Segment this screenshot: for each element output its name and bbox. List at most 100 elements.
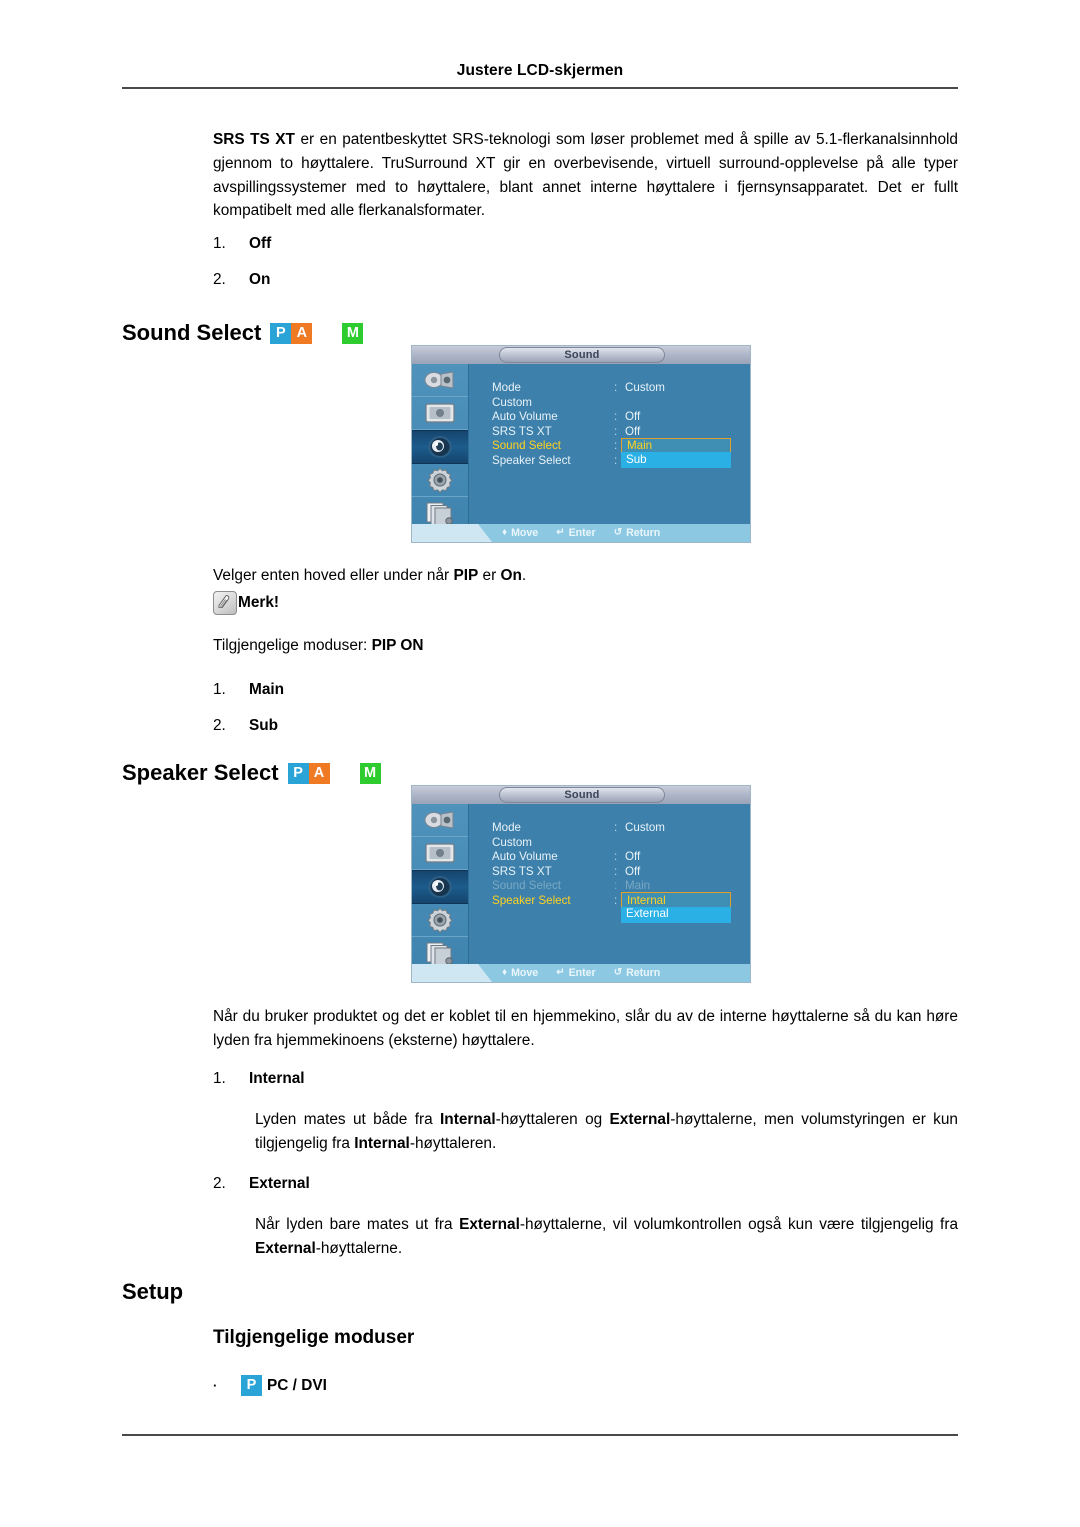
opt1-bold-internal: Internal (440, 1111, 496, 1128)
osd-row-auto-volume[interactable]: Auto Volume : Off (492, 850, 742, 865)
osd-row-value: Off (625, 850, 641, 864)
osd-row-speaker-select-alt[interactable]: External (492, 907, 742, 924)
osd-row-colon: : (614, 879, 618, 893)
intro-paragraph-rest: er en patentbeskyttet SRS-teknologi som … (213, 131, 958, 220)
list-item-number: 1. (213, 1070, 226, 1087)
osd-row-value: External (626, 907, 669, 921)
osd-row-custom[interactable]: Custom (492, 836, 742, 851)
opt1-post: -høyttaleren. (409, 1134, 497, 1152)
osd-row-label: Mode (492, 381, 522, 394)
badge-mode-m-icon: M (359, 762, 381, 784)
osd-sidebar-item-setup[interactable] (412, 464, 468, 497)
sound-speaker-icon (428, 876, 452, 898)
osd-body: Mode : Custom Custom Auto Volume : Off S… (469, 364, 750, 524)
osd-sidebar-item-sound[interactable] (412, 870, 468, 904)
osd-row-value: Main (627, 439, 653, 453)
speaker-option-2: 2. External (213, 1175, 310, 1193)
osd-sidebar-item-sound[interactable] (412, 430, 468, 464)
list-item-number: 1. (213, 235, 226, 252)
intro-paragraph: SRS TS XT er en patentbeskyttet SRS-tekn… (213, 128, 958, 223)
heading-setup-text: Setup (122, 1279, 184, 1304)
osd-highlighted-value-box[interactable]: External (621, 907, 731, 924)
osd-sidebar-item-setup[interactable] (412, 904, 468, 937)
osd-row-colon: : (614, 424, 618, 438)
heading-setup: Setup (122, 1279, 183, 1305)
osd-row-label: SRS TS XT (492, 424, 552, 438)
badge-av-icon: A (308, 762, 330, 784)
osd-row-auto-volume[interactable]: Auto Volume : Off (492, 410, 742, 425)
osd-row-colon: : (614, 864, 618, 878)
note-line: Merk! (213, 591, 279, 615)
osd-row-value: Internal (627, 893, 666, 907)
speaker-option-2-body: Når lyden bare mates ut fra External-høy… (255, 1213, 958, 1261)
list-item-label: External (249, 1175, 310, 1192)
note-label: Merk! (238, 594, 280, 611)
list-item-label: Main (249, 681, 285, 698)
intro-paragraph-lead: SRS TS XT (213, 131, 295, 148)
osd-row-label: Speaker Select (492, 893, 571, 907)
list-item-number: 2. (213, 1175, 226, 1192)
osd-sidebar (412, 364, 469, 530)
opt2-pre: Når lyden bare mates ut fra (255, 1216, 460, 1233)
osd-row-label: Auto Volume (492, 850, 558, 864)
osd-hints: ♦ Move ↵ Enter ↺ Return (502, 964, 750, 982)
osd-sidebar-item-picture[interactable] (412, 837, 468, 870)
bullet-dot-icon: · (213, 1378, 218, 1393)
intro-paragraph-block: SRS TS XT er en patentbeskyttet SRS-tekn… (213, 128, 958, 223)
osd-row-colon: : (614, 850, 618, 864)
osd-sidebar-item-input-source[interactable] (412, 804, 468, 837)
list-item-label: On (249, 271, 271, 288)
input-source-icon (424, 371, 454, 389)
osd-row-custom[interactable]: Custom (492, 396, 742, 411)
desc-post: . (521, 567, 527, 584)
osd-row-mode[interactable]: Mode : Custom (492, 381, 742, 396)
desc-pre: Velger enten hoved eller under når (213, 567, 454, 584)
picture-display-icon (425, 843, 455, 863)
speaker-option-1-paragraph: Lyden mates ut både fra Internal-høyttal… (255, 1108, 958, 1156)
osd-selected-value-box[interactable]: Internal (621, 892, 731, 909)
move-arrows-icon: ♦ (502, 527, 508, 538)
mode-badges-sound-select: P A M (270, 322, 364, 344)
sound-speaker-icon (428, 436, 452, 458)
badge-pc-icon: P (270, 322, 292, 344)
opt1-mid: -høyttaleren og (495, 1111, 610, 1128)
osd-row-colon: : (614, 893, 618, 907)
osd-sidebar (412, 804, 469, 970)
osd-row-value: Off (625, 424, 641, 438)
osd-row-value: Custom (625, 821, 665, 834)
osd-highlighted-value-box[interactable]: Sub (621, 452, 731, 469)
osd-row-colon: : (614, 439, 618, 453)
osd-sidebar-item-input-source[interactable] (412, 364, 468, 397)
sound-select-description: Velger enten hoved eller under når PIP e… (213, 564, 958, 588)
osd-title: Sound (564, 349, 600, 361)
available-modes-label: Tilgjengelige moduser: (213, 637, 372, 654)
osd-row-label: Custom (492, 835, 532, 849)
bullet-label: PC / DVI (267, 1376, 327, 1394)
multi-control-pages-icon (426, 942, 453, 966)
osd-row-colon: : (614, 410, 618, 424)
picture-display-icon (425, 403, 455, 423)
heading-speaker-select: Speaker Select P A M (122, 760, 381, 786)
osd-row-label: Speaker Select (492, 453, 571, 467)
sound-select-description-block: Velger enten hoved eller under når PIP e… (213, 564, 958, 588)
opt2-post: -høyttalerne. (315, 1239, 403, 1257)
available-modes-value: PIP ON (371, 637, 424, 654)
opt2-mid: -høyttalerne, vil volumkontrollen også k… (519, 1216, 959, 1233)
osd-hints: ♦ Move ↵ Enter ↺ Return (502, 524, 750, 542)
speaker-option-2-paragraph: Når lyden bare mates ut fra External-høy… (255, 1213, 958, 1261)
osd-hint-move: ♦ Move (502, 527, 538, 539)
osd-row-mode[interactable]: Mode : Custom (492, 821, 742, 836)
return-arrow-icon: ↺ (613, 967, 623, 978)
heading-speaker-select-text: Speaker Select (122, 760, 279, 785)
osd-selected-value-box[interactable]: Main (621, 437, 731, 454)
enter-button-icon: ↵ (556, 967, 565, 978)
osd-menu-rows: Mode : Custom Custom Auto Volume : Off S… (492, 381, 742, 469)
list-item: 1. Off (213, 235, 271, 253)
osd-hint-label: Return (626, 967, 661, 979)
opt1-bold-external: External (609, 1111, 671, 1128)
osd-sidebar-item-picture[interactable] (412, 397, 468, 430)
osd-row-speaker-select[interactable]: Speaker Select : Sub (492, 452, 742, 469)
osd-hint-label: Move (511, 967, 539, 979)
osd-row-srs-ts-xt[interactable]: SRS TS XT : Off (492, 865, 742, 880)
list-item: 1. Main (213, 681, 284, 699)
